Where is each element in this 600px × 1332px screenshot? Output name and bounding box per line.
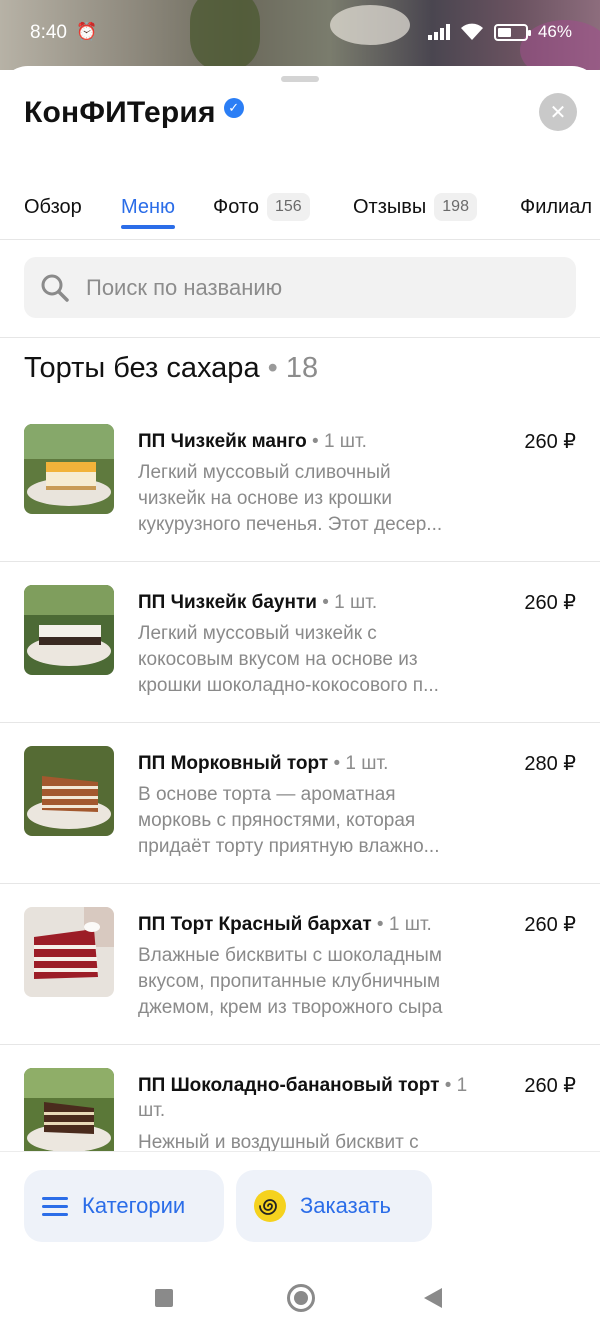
- battery-percent: 46%: [537, 22, 572, 41]
- menu-item[interactable]: ПП Чизкейк манго • 1 шт. 260 ₽ Легкий му…: [0, 401, 600, 562]
- item-price: 260 ₽: [524, 431, 576, 453]
- item-qty: 1 шт.: [388, 914, 432, 935]
- item-qty: 1 шт.: [334, 592, 378, 613]
- item-description: Влажные бисквиты с шоколадным вкусом, про…: [138, 945, 443, 1018]
- tab-label: Меню: [121, 195, 176, 218]
- item-name: ПП Торт Красный бархат: [138, 914, 372, 935]
- sheet-grabber[interactable]: [281, 76, 319, 82]
- item-description: Легкий муссовый чизкейк с кокосовым вкусо…: [138, 623, 439, 696]
- search-icon: [24, 273, 86, 303]
- item-photo: [24, 424, 114, 514]
- search-input[interactable]: [86, 274, 546, 301]
- item-price: 280 ₽: [524, 753, 576, 775]
- status-time: 8:40: [30, 22, 67, 43]
- section-title: Торты без сахара: [24, 352, 260, 384]
- tab-count-badge: 198: [434, 193, 477, 221]
- tab-label: Отзывы: [353, 195, 427, 218]
- menu-item[interactable]: ПП Шоколадно-банановый торт • 1 шт. 260 …: [0, 1045, 600, 1151]
- tab-branches[interactable]: Филиал: [520, 174, 592, 240]
- place-title: КонФИТерия: [24, 96, 216, 129]
- order-button[interactable]: Заказать: [236, 1170, 432, 1242]
- menu-icon: [42, 1196, 68, 1216]
- menu-item[interactable]: ПП Чизкейк баунти • 1 шт. 260 ₽ Легкий м…: [0, 562, 600, 723]
- item-photo: [24, 585, 114, 675]
- search-box[interactable]: [24, 257, 576, 318]
- tab-menu[interactable]: Меню: [121, 174, 176, 240]
- item-name: ПП Чизкейк манго: [138, 431, 307, 452]
- status-bar: 8:40 ⏰ 46%: [0, 0, 600, 70]
- item-price: 260 ₽: [524, 914, 576, 936]
- section-count: 18: [285, 352, 319, 384]
- item-price: 260 ₽: [524, 592, 576, 614]
- item-price: 260 ₽: [524, 1075, 576, 1097]
- item-name: ПП Морковный торт: [138, 753, 329, 774]
- delivery-logo-icon: [254, 1190, 286, 1222]
- menu-item[interactable]: ПП Морковный торт • 1 шт. 280 ₽ В основе…: [0, 723, 600, 884]
- item-description: Нежный и воздушный бисквит с: [138, 1132, 419, 1151]
- menu-list: ПП Чизкейк манго • 1 шт. 260 ₽ Легкий му…: [0, 401, 600, 1151]
- item-name: ПП Шоколадно-банановый торт: [138, 1075, 440, 1096]
- item-description: В основе торта — ароматная морковь с прян…: [138, 784, 440, 857]
- section-separator: •: [267, 352, 278, 384]
- tab-overview[interactable]: Обзор: [24, 174, 82, 240]
- recent-apps-icon[interactable]: [155, 1289, 173, 1307]
- verified-icon: ✓: [223, 98, 244, 118]
- item-name: ПП Чизкейк баунти: [138, 592, 317, 613]
- item-qty: 1 шт.: [345, 753, 389, 774]
- home-icon[interactable]: [287, 1284, 315, 1312]
- item-photo: [24, 746, 114, 836]
- wifi-icon: [460, 23, 483, 40]
- alarm-off-icon: ⏰: [76, 22, 98, 41]
- tab-label: Обзор: [24, 195, 82, 218]
- item-photo: [24, 907, 114, 997]
- item-qty: 1 шт.: [323, 431, 367, 452]
- categories-label: Категории: [82, 1193, 186, 1218]
- close-button[interactable]: ✕: [539, 93, 577, 131]
- system-nav-bar: [0, 1262, 600, 1332]
- item-photo: [24, 1068, 114, 1151]
- menu-item[interactable]: ПП Торт Красный бархат • 1 шт. 260 ₽ Вла…: [0, 884, 600, 1045]
- back-icon[interactable]: [424, 1288, 442, 1308]
- signal-icon: [427, 24, 450, 40]
- section-heading: Торты без сахара • 18: [24, 352, 318, 385]
- search-section: [0, 241, 600, 338]
- tab-photos[interactable]: Фото 156: [213, 174, 310, 240]
- item-description: Легкий муссовый сливочный чизкейк на осно…: [138, 462, 443, 535]
- tab-count-badge: 156: [266, 193, 310, 221]
- categories-button[interactable]: Категории: [24, 1170, 224, 1242]
- battery-icon: [493, 23, 531, 41]
- tab-bar: Обзор Меню Фото 156 Отзывы 198 Филиал: [0, 174, 600, 240]
- tab-label: Филиал: [520, 195, 593, 218]
- tab-label: Фото: [213, 195, 259, 218]
- order-label: Заказать: [300, 1193, 391, 1218]
- tab-reviews[interactable]: Отзывы 198: [353, 174, 477, 240]
